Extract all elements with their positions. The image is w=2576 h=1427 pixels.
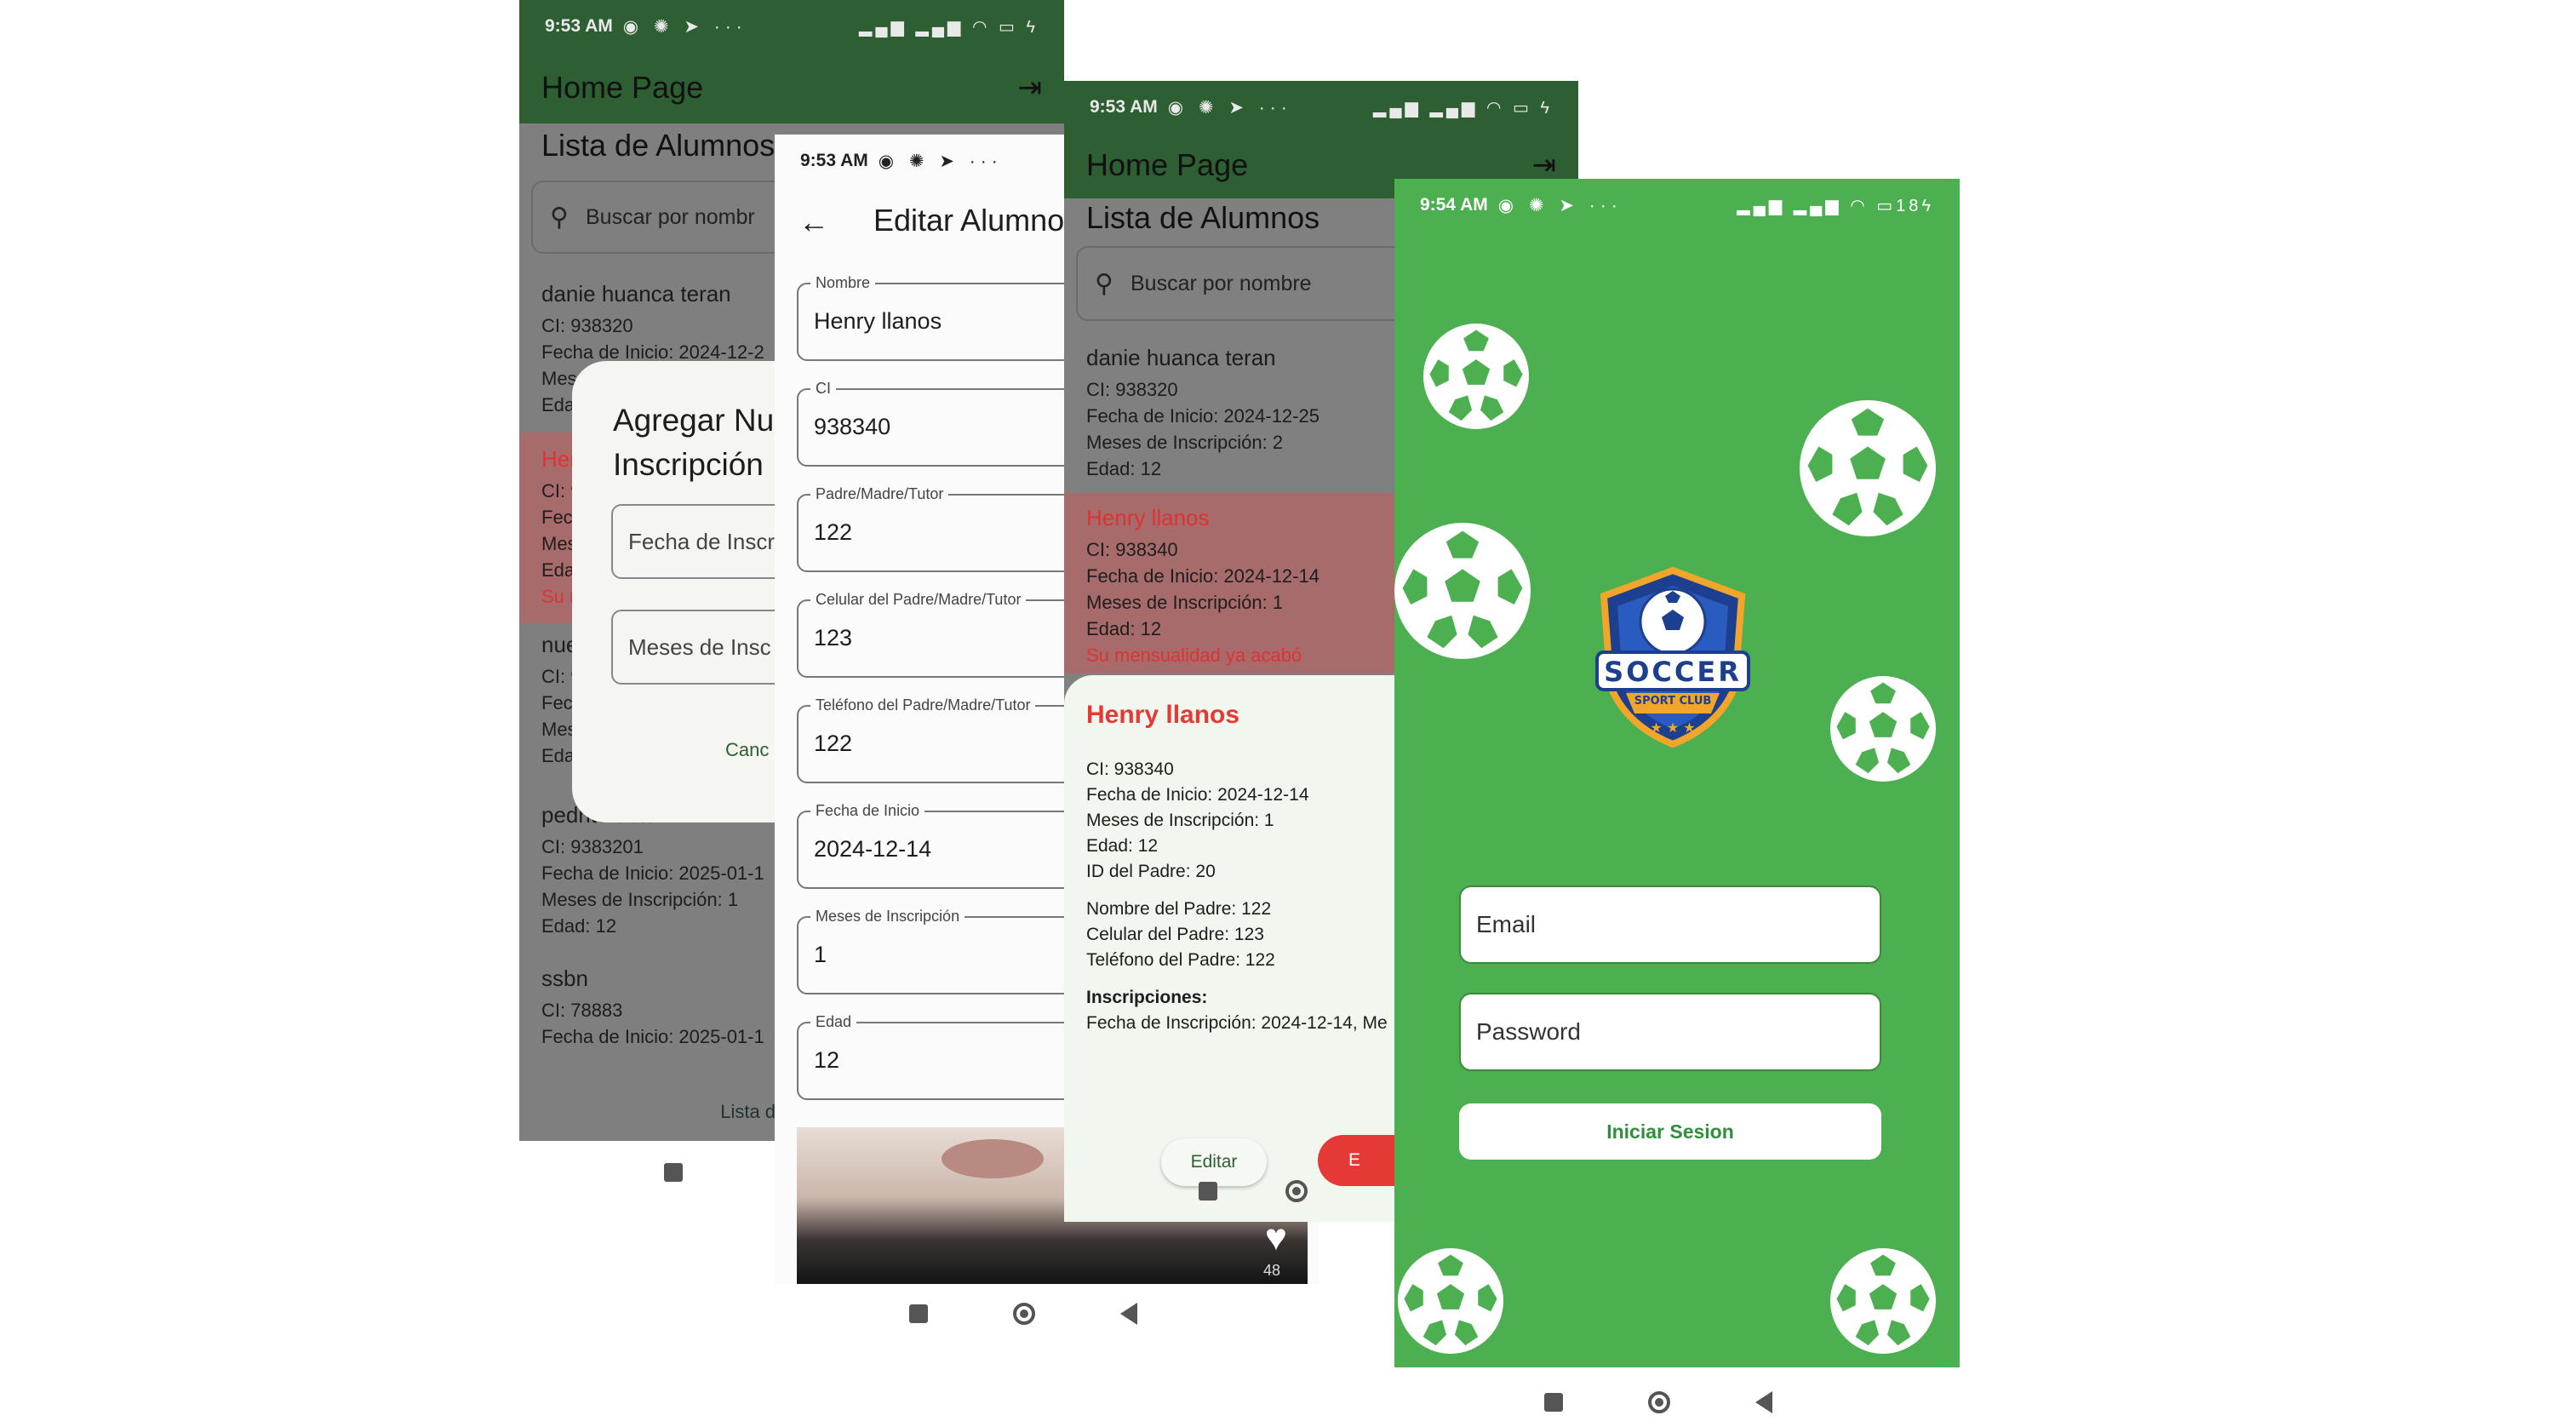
- detail-start-date: Fecha de Inicio: 2024-12-14: [1086, 785, 1309, 805]
- enrollment-row: Fecha de Inscripción: 2024-12-14, Me: [1086, 1013, 1388, 1033]
- section-title: Lista de Alumnos: [1086, 200, 1320, 235]
- field-label: CI: [810, 380, 836, 398]
- logo-word: SOCCER: [1604, 656, 1742, 688]
- soccer-ball-icon: [1394, 523, 1531, 659]
- field-label: Teléfono del Padre/Madre/Tutor: [810, 696, 1036, 714]
- back-button[interactable]: [1120, 1303, 1137, 1325]
- home-button[interactable]: [1013, 1303, 1035, 1325]
- soccer-ball-icon: [1800, 400, 1936, 536]
- soccer-ball-icon: [1830, 1248, 1936, 1354]
- notification-icons: ◉ ✺ ➤ ···: [1497, 195, 1623, 215]
- dialog-title: Agregar Nu Inscripción: [613, 398, 774, 487]
- soccer-ball-icon: [1830, 676, 1936, 782]
- app-title: Home Page: [1086, 147, 1249, 182]
- status-time: 9:53 AM: [1090, 97, 1158, 117]
- section-title: Lista de Alumnos: [541, 128, 776, 163]
- signal-battery-icons: ▂▄▆ ▂▄▆ ◠ ▭ ϟ: [858, 17, 1039, 37]
- field-label: Meses de Inscripción: [810, 908, 965, 926]
- enrollments-heading: Inscripciones:: [1086, 988, 1208, 1007]
- status-time: 9:54 AM: [1420, 195, 1488, 215]
- notification-icons: ◉ ✺ ➤ ···: [878, 151, 1003, 171]
- dialog-title-line1: Agregar Nu: [613, 403, 775, 438]
- recents-button[interactable]: [664, 1163, 683, 1182]
- email-placeholder: Email: [1476, 911, 1537, 937]
- field-label: Celular del Padre/Madre/Tutor: [810, 591, 1027, 609]
- battery-level: 18: [1896, 196, 1922, 215]
- enrollment-months-placeholder: Meses de Insc: [628, 633, 771, 660]
- screen-login: 9:54 AM ◉ ✺ ➤ ··· ▂▄▆ ▂▄▆ ◠ ▭18ϟ ★ ★ ★ S…: [1394, 179, 1960, 1367]
- like-count: 48: [1262, 1262, 1280, 1279]
- system-nav-3: [1199, 1180, 1308, 1202]
- detail-ci: CI: 938340: [1086, 759, 1174, 779]
- detail-parent-mobile: Celular del Padre: 123: [1086, 925, 1264, 944]
- search-placeholder: Buscar por nombr: [585, 204, 755, 229]
- field-value: 12: [814, 1047, 840, 1073]
- detail-months: Meses de Inscripción: 1: [1086, 811, 1274, 830]
- page-title: Editar Alumno: [873, 203, 1065, 238]
- logo-subtitle: SPORT CLUB: [1634, 695, 1712, 708]
- field-value: 122: [814, 519, 853, 545]
- home-button[interactable]: [1648, 1391, 1670, 1413]
- field-label: Fecha de Inicio: [810, 802, 925, 820]
- field-label: Edad: [810, 1013, 857, 1031]
- recents-button[interactable]: [1199, 1182, 1217, 1201]
- field-value: 123: [814, 625, 853, 650]
- signal-battery-icons: ▂▄▆ ▂▄▆ ◠ ▭18ϟ: [1737, 196, 1934, 215]
- system-nav-1: [664, 1163, 683, 1182]
- recents-button[interactable]: [1544, 1393, 1563, 1412]
- status-bar: 9:53 AM ◉ ✺ ➤ ··· ▂▄▆ ▂▄▆ ◠ ▭ ϟ: [1064, 81, 1578, 134]
- password-field[interactable]: Password: [1459, 993, 1881, 1071]
- home-button[interactable]: [1285, 1180, 1308, 1202]
- cancel-button[interactable]: Canc: [725, 739, 769, 761]
- dialog-title-line2: Inscripción: [613, 447, 764, 482]
- detail-parent-name: Nombre del Padre: 122: [1086, 899, 1272, 919]
- edit-button[interactable]: Editar: [1161, 1138, 1267, 1186]
- soccer-club-logo: ★ ★ ★ SOCCER SPORT CLUB: [1592, 566, 1754, 748]
- notification-icons: ◉ ✺ ➤ ···: [622, 16, 747, 37]
- status-time: 9:53 AM: [545, 16, 613, 36]
- back-button[interactable]: [1755, 1391, 1772, 1413]
- recents-button[interactable]: [909, 1304, 928, 1323]
- password-placeholder: Password: [1476, 1018, 1581, 1045]
- search-placeholder: Buscar por nombre: [1130, 271, 1312, 295]
- status-bar: 9:53 AM ◉ ✺ ➤ ··· ▂▄▆ ▂▄▆ ◠ ▭ ϟ: [519, 0, 1064, 53]
- logout-icon[interactable]: ⇥: [1532, 148, 1557, 182]
- field-value: 938340: [814, 414, 891, 439]
- app-bar: Home Page ⇥: [519, 53, 1064, 123]
- logout-icon[interactable]: ⇥: [1018, 71, 1043, 105]
- notification-icons: ◉ ✺ ➤ ···: [1167, 97, 1292, 117]
- status-time: 9:53 AM: [800, 151, 868, 170]
- detail-name: Henry llanos: [1086, 701, 1240, 729]
- field-label: Nombre: [810, 274, 876, 292]
- back-arrow-icon[interactable]: ←: [799, 204, 829, 240]
- detail-age: Edad: 12: [1086, 836, 1159, 856]
- signal-battery-icons: ▂▄▆ ▂▄▆ ◠ ▭ ϟ: [1372, 98, 1553, 117]
- detail-block: CI: 938340 Fecha de Inicio: 2024-12-14 M…: [1086, 757, 1388, 1036]
- soccer-ball-icon: [1398, 1248, 1503, 1354]
- face-image: [942, 1139, 1044, 1178]
- field-value: 2024-12-14: [814, 836, 932, 862]
- soccer-ball-icon: [1423, 324, 1529, 429]
- field-label: Padre/Madre/Tutor: [810, 485, 949, 503]
- heart-icon[interactable]: ♥: [1265, 1219, 1287, 1257]
- detail-parent-id: ID del Padre: 20: [1086, 862, 1216, 881]
- system-nav-4: [1544, 1391, 1772, 1413]
- app-title: Home Page: [541, 70, 704, 105]
- system-nav-2: [909, 1303, 1137, 1325]
- field-value: Henry llanos: [814, 308, 942, 334]
- login-button[interactable]: Iniciar Sesion: [1459, 1103, 1881, 1160]
- detail-parent-phone: Teléfono del Padre: 122: [1086, 950, 1275, 970]
- field-value: 1: [814, 942, 827, 967]
- search-icon: ⚲: [550, 203, 569, 232]
- status-bar: 9:54 AM ◉ ✺ ➤ ··· ▂▄▆ ▂▄▆ ◠ ▭18ϟ: [1394, 179, 1960, 232]
- email-field[interactable]: Email: [1459, 885, 1881, 964]
- svg-text:★ ★ ★: ★ ★ ★: [1650, 719, 1695, 736]
- enrollment-date-placeholder: Fecha de Inscr: [628, 528, 775, 554]
- search-icon: ⚲: [1095, 269, 1113, 298]
- field-value: 122: [814, 731, 853, 756]
